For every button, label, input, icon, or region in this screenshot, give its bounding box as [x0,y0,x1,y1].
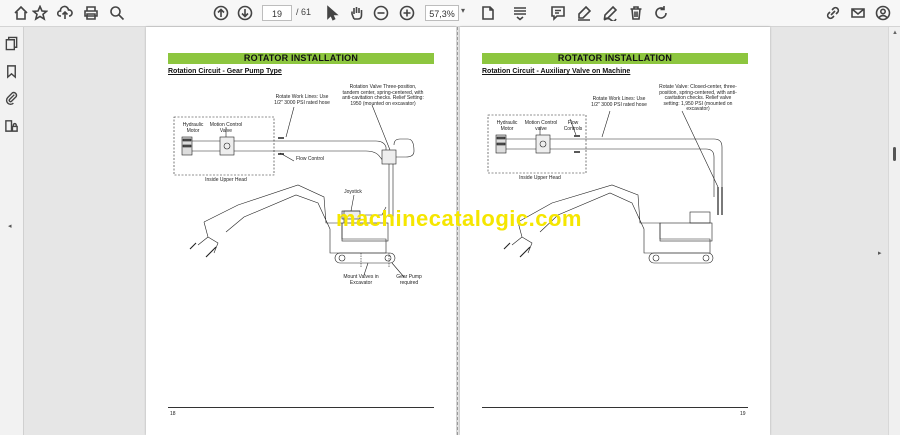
bookmark-icon[interactable] [4,64,20,80]
delete-icon[interactable] [626,3,646,23]
page-number: 19 [740,411,746,417]
copy-pages-icon[interactable] [4,36,20,52]
scroll-up-icon[interactable]: ▲ [892,30,898,36]
label-flow-control: Flow Control [295,156,325,162]
label-flow-controls: Flow Controls [563,120,583,132]
fit-page-icon[interactable] [478,3,498,23]
label-joystick: Joystick [344,189,362,195]
label-gear-pump: Gear Pump required [396,274,422,286]
label-mount-valves: Mount Valves in Excavator [343,274,379,286]
label-rotate-valve: Rotate Valve: Closed-center, three-posit… [659,84,737,112]
label-inside-upper-head: Inside Upper Head [519,175,561,181]
account-icon[interactable] [873,3,893,23]
zoom-in-icon[interactable] [397,3,417,23]
label-inside-upper-head: Inside Upper Head [205,177,247,183]
highlight-icon[interactable] [574,3,594,23]
select-cursor-icon[interactable] [322,3,342,23]
page-number: 18 [170,411,176,417]
label-rotation-valve: Rotation Valve Three-position, tandem ce… [342,84,424,107]
page-number-input[interactable]: 19 [262,5,292,21]
page-up-icon[interactable] [211,3,231,23]
mail-icon[interactable] [848,3,868,23]
footer-divider [482,407,748,408]
label-motion-control-valve: Motion Control valve [524,120,558,132]
zoom-search-icon[interactable] [107,3,127,23]
attach-link-icon[interactable] [823,3,843,23]
label-motion-control-valve: Motion Control Valve [209,122,243,134]
vertical-scrollbar[interactable]: ▲ [888,27,900,435]
print-icon[interactable] [81,3,101,23]
rotate-icon[interactable] [651,3,671,23]
left-sidebar: ◂ [0,27,24,435]
security-icon[interactable] [4,118,20,134]
label-rotate-work-lines: Rotate Work Lines: Use 1/2" 3000 PSI rat… [274,94,330,106]
watermark: machinecatalogic.com [336,206,582,231]
attachment-icon[interactable] [4,90,20,106]
label-rotate-work-lines: Rotate Work Lines: Use 1/2" 3000 PSI rat… [591,96,647,108]
scrollbar-thumb[interactable] [893,147,896,161]
scroll-mode-icon[interactable] [510,3,530,23]
label-hydraulic-motor: Hydraulic Motor [496,120,518,132]
comment-icon[interactable] [548,3,568,23]
draw-icon[interactable] [600,3,620,23]
label-hydraulic-motor: Hydraulic Motor [182,122,204,134]
star-icon[interactable] [30,3,50,23]
page-down-icon[interactable] [235,3,255,23]
zoom-level-input[interactable]: 57,3% [425,5,459,21]
chevron-down-icon[interactable]: ▾ [461,6,465,15]
page-total: / 61 [296,7,312,17]
footer-divider [168,407,434,408]
upload-icon[interactable] [55,3,75,23]
zoom-out-icon[interactable] [371,3,391,23]
hand-icon[interactable] [347,3,367,23]
home-icon[interactable] [11,3,31,23]
collapse-right-icon[interactable]: ▸ [878,249,882,257]
collapse-left-icon[interactable]: ◂ [8,222,12,230]
toolbar: 19 / 61 57,3% ▾ [0,0,900,27]
